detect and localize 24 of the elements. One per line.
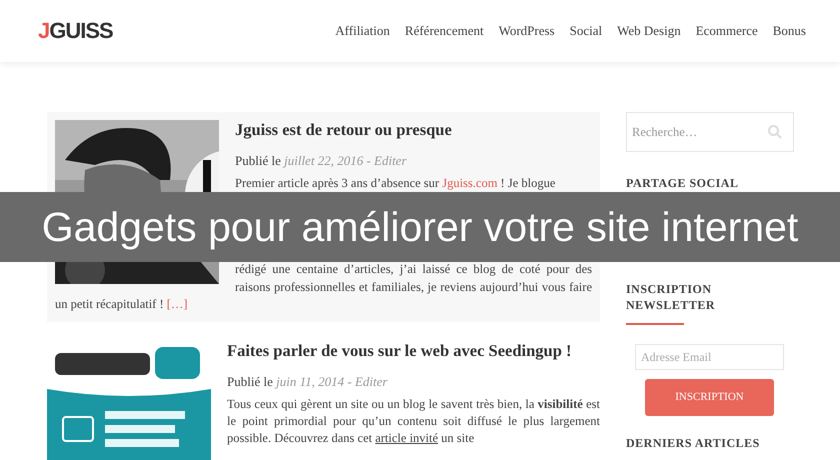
nav-link[interactable]: Référencement: [404, 21, 484, 41]
search-field[interactable]: Recherche…: [626, 112, 794, 152]
article-title[interactable]: Jguiss est de retour ou presque: [55, 120, 592, 140]
article-excerpt: Tous ceux qui gèrent un site ou un blog le savent très bien, la visibilité est le point primordial pour qu’un contenu soit diffusé le plus largement possible. Découvrez dans cet article invité un site: [226, 396, 600, 448]
widget-heading: PARTAGE SOCIAL: [626, 176, 740, 190]
post-date: juin 11, 2014 - Editer: [276, 374, 388, 389]
nav-link[interactable]: Affiliation: [335, 21, 390, 41]
nav-link[interactable]: Ecommerce: [696, 21, 758, 41]
search-icon: [767, 124, 783, 140]
nav-link[interactable]: WordPress: [498, 21, 555, 41]
nav-link[interactable]: Web Design: [617, 21, 681, 41]
widget-heading: DERNIERS ARTICLES: [626, 436, 761, 450]
nav-link[interactable]: Bonus: [772, 21, 806, 41]
widget-heading: INSCRIPTION NEWSLETTER: [626, 281, 716, 313]
post-meta-label: Publié le: [235, 153, 281, 168]
article-excerpt: rédigé une centaine d’articles, j’ai laissé ce blog de coté pour des raisons professionnelles et familiales, je reviens aujourd’hui vous faire un petit récapitulatif ! […]: [55, 261, 592, 314]
post-meta-label: Publié le: [227, 374, 273, 389]
site-logo[interactable]: JGUISS: [38, 20, 113, 42]
article-title[interactable]: Faites parler de vous sur le web avec Seedingup !: [47, 340, 600, 361]
nav-link[interactable]: Social: [570, 21, 602, 41]
article-link[interactable]: article invité: [375, 431, 438, 446]
article-excerpt: Premier article après 3 ans d’absence sur Jguiss.com ! Je blogue: [234, 175, 556, 192]
post-date: juillet 22, 2016 - Editer: [284, 153, 407, 168]
email-field[interactable]: Adresse Email: [635, 344, 784, 370]
